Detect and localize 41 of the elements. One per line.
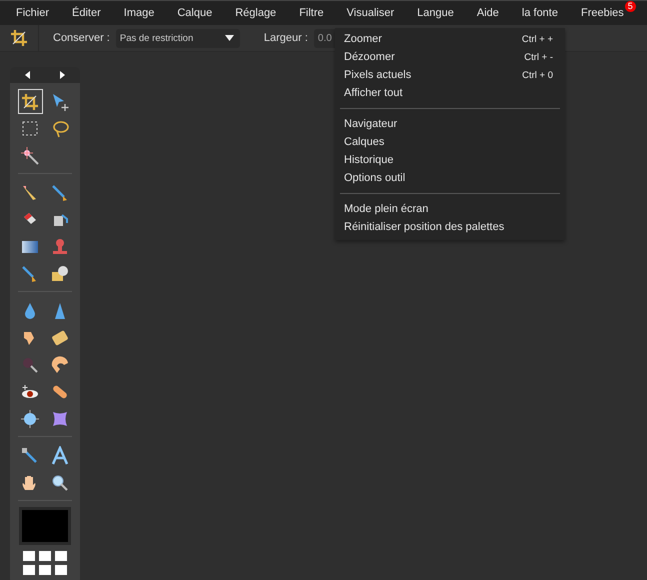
menu-item[interactable]: Éditer <box>64 1 109 25</box>
arrow-cursor-icon <box>50 92 70 112</box>
left-arrow-icon[interactable] <box>25 71 30 79</box>
right-arrow-icon[interactable] <box>60 71 65 79</box>
width-label: Largeur : <box>264 32 308 44</box>
keep-label: Conserver : <box>53 32 110 44</box>
menu-item[interactable]: Langue <box>409 1 462 25</box>
menu-item[interactable]: la fonte <box>514 1 566 25</box>
menu-item[interactable]: Fichier <box>8 1 58 25</box>
menu-entry[interactable]: Dézoomer Ctrl + - <box>335 48 565 66</box>
dashed-rectangle-icon <box>20 118 40 138</box>
menu-entry[interactable]: Navigateur <box>335 115 565 133</box>
menu-entry[interactable]: Pixels actuels Ctrl + 0 <box>335 66 565 84</box>
stamp-icon <box>50 236 70 256</box>
menu-item[interactable]: Image <box>116 1 162 25</box>
lasso-icon <box>50 118 70 138</box>
shapes-icon <box>50 264 70 284</box>
text-icon <box>50 446 70 466</box>
restriction-dropdown[interactable]: Pas de restriction <box>116 28 240 48</box>
sphere-icon <box>20 408 40 428</box>
menu-entry[interactable]: Historique <box>335 151 565 169</box>
menu-entry[interactable]: Réinitialiser position des palettes <box>335 218 565 236</box>
menu-entry[interactable]: Options outil <box>335 169 565 187</box>
count-badge: 5 <box>624 1 636 12</box>
menu-item[interactable]: Filtre <box>291 1 332 25</box>
menu-entry[interactable]: Calques <box>335 133 565 151</box>
crop-icon <box>20 92 40 112</box>
color-swatch[interactable] <box>19 507 71 545</box>
menu-entry[interactable]: Zoomer Ctrl + + <box>335 30 565 48</box>
menu-entry[interactable]: Afficher tout <box>335 84 565 102</box>
menu-item[interactable]: Calque <box>169 1 220 25</box>
brush-icon <box>50 182 70 202</box>
tool-button[interactable] <box>18 89 42 114</box>
crop-icon <box>9 28 29 48</box>
zoom-icon <box>50 472 70 492</box>
menu-item[interactable]: Réglage <box>227 1 284 25</box>
magic-wand-icon <box>20 146 40 166</box>
menu-entry[interactable]: Mode plein écran <box>335 200 565 218</box>
menu-item[interactable]: Aide <box>468 1 507 25</box>
caret-icon <box>224 35 234 41</box>
menu-item[interactable]: Visualiser <box>338 1 402 25</box>
